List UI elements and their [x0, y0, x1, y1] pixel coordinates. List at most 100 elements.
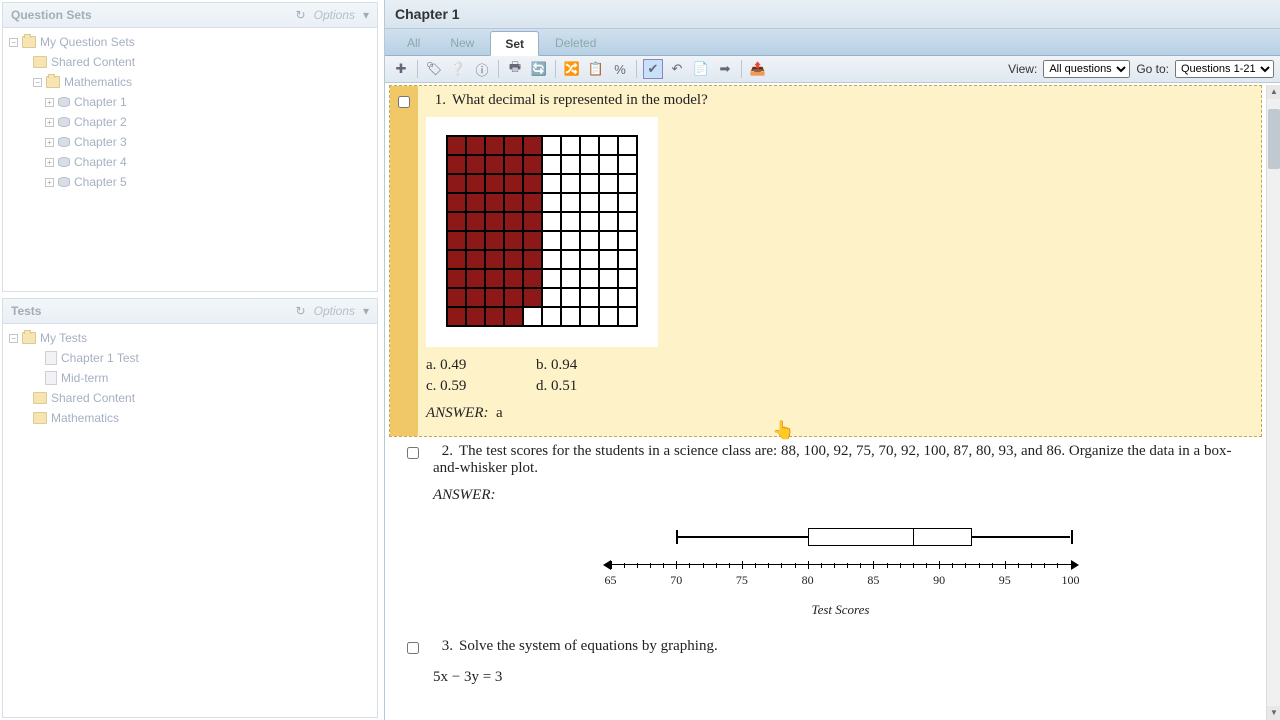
view-select[interactable]: All questions: [1043, 60, 1130, 78]
folder-icon: [46, 76, 60, 88]
dropdown-icon[interactable]: ▾: [363, 304, 369, 318]
tree-chapter-2[interactable]: +Chapter 2: [5, 112, 375, 132]
answer-value: a: [496, 405, 503, 421]
tree-my-tests[interactable]: −My Tests: [5, 328, 375, 348]
tree-my-question-sets[interactable]: −My Question Sets: [5, 32, 375, 52]
panel-title: Question Sets: [11, 8, 92, 22]
collapse-icon[interactable]: −: [9, 38, 18, 47]
collapse-icon[interactable]: −: [33, 78, 42, 87]
tree-tests-math[interactable]: Mathematics: [5, 408, 375, 428]
doc-icon: [45, 371, 57, 385]
question-1[interactable]: 1. What decimal is represented in the mod…: [389, 85, 1262, 437]
tree-shared-content[interactable]: Shared Content: [5, 52, 375, 72]
forward-icon[interactable]: ➡: [715, 59, 735, 79]
question-text: The test scores for the students in a sc…: [433, 443, 1231, 476]
tag-icon[interactable]: 🏷: [424, 59, 444, 79]
answer-label: ANSWER:: [433, 487, 1248, 504]
export-icon[interactable]: 📤: [748, 59, 768, 79]
question-number: 2.: [433, 443, 453, 460]
tests-header: Tests ↻ Options ▾: [3, 299, 377, 324]
content-area: 1. What decimal is represented in the mod…: [385, 85, 1266, 720]
folder-icon: [33, 412, 47, 424]
print-icon[interactable]: 🖶: [505, 59, 525, 79]
shuffle-icon[interactable]: 🔀: [562, 59, 582, 79]
tree-tests-shared[interactable]: Shared Content: [5, 388, 375, 408]
undo-icon[interactable]: ↶: [667, 59, 687, 79]
page-icon[interactable]: 📄: [691, 59, 711, 79]
percent-icon[interactable]: %: [610, 59, 630, 79]
copy-icon[interactable]: 📋: [586, 59, 606, 79]
help-icon[interactable]: ❔: [448, 59, 468, 79]
db-icon: [58, 177, 70, 187]
choice-b: b. 0.94: [536, 357, 626, 374]
scroll-down-icon[interactable]: ▼: [1267, 706, 1280, 720]
goto-select[interactable]: Questions 1-21: [1175, 60, 1274, 78]
db-icon: [58, 117, 70, 127]
info-icon[interactable]: ⓘ: [472, 59, 492, 79]
tree-chapter-5[interactable]: +Chapter 5: [5, 172, 375, 192]
choice-c: c. 0.59: [426, 378, 516, 395]
db-icon: [58, 137, 70, 147]
select-checkbox[interactable]: [398, 96, 410, 108]
tab-deleted[interactable]: Deleted: [541, 31, 610, 55]
axis-label: Test Scores: [611, 602, 1071, 618]
answer-label: ANSWER:: [426, 405, 488, 421]
collapse-icon[interactable]: −: [9, 334, 18, 343]
folder-icon: [33, 392, 47, 404]
tree-chapter-3[interactable]: +Chapter 3: [5, 132, 375, 152]
page-title: Chapter 1: [385, 0, 1280, 29]
doc-icon: [45, 351, 57, 365]
expand-icon[interactable]: +: [45, 138, 54, 147]
question-text: Solve the system of equations by graphin…: [459, 638, 718, 654]
choice-d: d. 0.51: [536, 378, 626, 395]
answer-choices: a. 0.49 b. 0.94 c. 0.59 d. 0.51: [426, 357, 1247, 395]
tree-chapter1-test[interactable]: Chapter 1 Test: [5, 348, 375, 368]
select-checkbox[interactable]: [407, 642, 419, 654]
scrollbar[interactable]: ▲ ▼: [1266, 85, 1280, 720]
db-icon: [58, 97, 70, 107]
tree-chapter-1[interactable]: +Chapter 1: [5, 92, 375, 112]
goto-label: Go to:: [1136, 62, 1169, 76]
refresh-icon[interactable]: ↻: [296, 304, 306, 318]
check-icon[interactable]: ✔: [643, 59, 663, 79]
decimal-grid-model: [426, 117, 658, 347]
scroll-up-icon[interactable]: ▲: [1267, 85, 1280, 99]
question-number: 1.: [426, 92, 446, 109]
tab-all[interactable]: All: [393, 31, 434, 55]
tree-chapter-4[interactable]: +Chapter 4: [5, 152, 375, 172]
panel-title: Tests: [11, 304, 41, 318]
question-text: What decimal is represented in the model…: [452, 92, 708, 108]
view-label: View:: [1008, 62, 1037, 76]
db-icon: [58, 157, 70, 167]
tabs: All New Set Deleted: [385, 29, 1280, 56]
expand-icon[interactable]: +: [45, 158, 54, 167]
expand-icon[interactable]: +: [45, 118, 54, 127]
toolbar: ✚ 🏷 ❔ ⓘ 🖶 🔄 🔀 📋 % ✔ ↶ 📄 ➡ 📤 View: All qu…: [385, 56, 1280, 83]
tests-panel: Tests ↻ Options ▾ −My Tests Chapter 1 Te…: [2, 298, 378, 718]
options-link[interactable]: Options: [314, 8, 355, 22]
refresh-icon[interactable]: ↻: [296, 8, 306, 22]
tab-set[interactable]: Set: [490, 31, 539, 56]
expand-icon[interactable]: +: [45, 98, 54, 107]
scroll-thumb[interactable]: [1268, 109, 1280, 169]
choice-a: a. 0.49: [426, 357, 516, 374]
refresh-icon[interactable]: 🔄: [529, 59, 549, 79]
folder-icon: [33, 56, 47, 68]
question-number: 3.: [433, 638, 453, 655]
expand-icon[interactable]: +: [45, 178, 54, 187]
dropdown-icon[interactable]: ▾: [363, 8, 369, 22]
equation: 5x − 3y = 3: [433, 669, 1248, 686]
folder-icon: [22, 36, 36, 48]
question-sets-panel: Question Sets ↻ Options ▾ −My Question S…: [2, 2, 378, 292]
question-3[interactable]: 3. Solve the system of equations by graph…: [389, 632, 1262, 700]
question-sets-header: Question Sets ↻ Options ▾: [3, 3, 377, 28]
tree-mathematics[interactable]: −Mathematics: [5, 72, 375, 92]
select-checkbox[interactable]: [407, 447, 419, 459]
boxplot: 65707580859095100 Test Scores: [611, 524, 1071, 618]
options-link[interactable]: Options: [314, 304, 355, 318]
folder-icon: [22, 332, 36, 344]
question-2[interactable]: 2.The test scores for the students in a …: [389, 437, 1262, 632]
add-icon[interactable]: ✚: [391, 59, 411, 79]
tree-midterm[interactable]: Mid-term: [5, 368, 375, 388]
tab-new[interactable]: New: [436, 31, 488, 55]
